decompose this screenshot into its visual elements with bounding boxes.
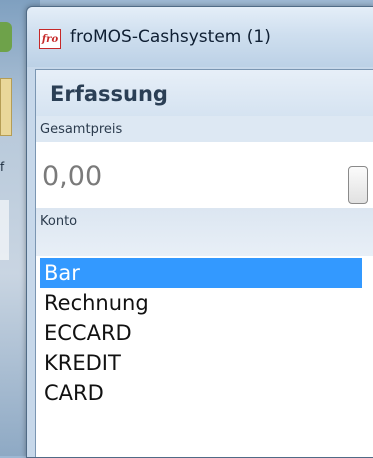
total-price-label: Gesamtpreis — [40, 122, 123, 137]
account-list[interactable]: Bar Rechnung ECCARD KREDIT CARD — [36, 256, 373, 457]
panel-header: Erfassung — [36, 70, 373, 116]
cashsystem-window: fro froMOS-Cashsystem (1) Erfassung Gesa… — [26, 6, 373, 458]
account-option-rechnung[interactable]: Rechnung — [40, 288, 362, 318]
desktop-icon-partial[interactable] — [0, 22, 12, 52]
account-option-bar[interactable]: Bar — [40, 258, 362, 288]
total-price-label-bar: Gesamtpreis — [36, 116, 373, 142]
desktop-item-partial — [0, 200, 9, 260]
total-price-field[interactable]: 0,00 — [36, 142, 373, 209]
price-side-button[interactable] — [348, 166, 368, 204]
account-option-kredit[interactable]: KREDIT — [40, 348, 362, 378]
account-label: Konto — [40, 214, 78, 229]
fromos-app-icon[interactable]: fro — [39, 29, 61, 49]
window-titlebar[interactable]: fro froMOS-Cashsystem (1) — [27, 7, 373, 67]
desktop-folder-partial[interactable] — [0, 78, 12, 136]
total-price-value[interactable]: 0,00 — [42, 161, 102, 192]
panel-title: Erfassung — [50, 82, 168, 106]
account-label-bar: Konto — [36, 208, 373, 256]
desktop-label-partial: f — [0, 160, 5, 174]
window-title: froMOS-Cashsystem (1) — [70, 27, 271, 47]
account-option-card[interactable]: CARD — [40, 378, 362, 408]
window-client-area: Erfassung Gesamtpreis 0,00 Konto Bar Rec… — [35, 69, 373, 457]
account-option-eccard[interactable]: ECCARD — [40, 318, 362, 348]
